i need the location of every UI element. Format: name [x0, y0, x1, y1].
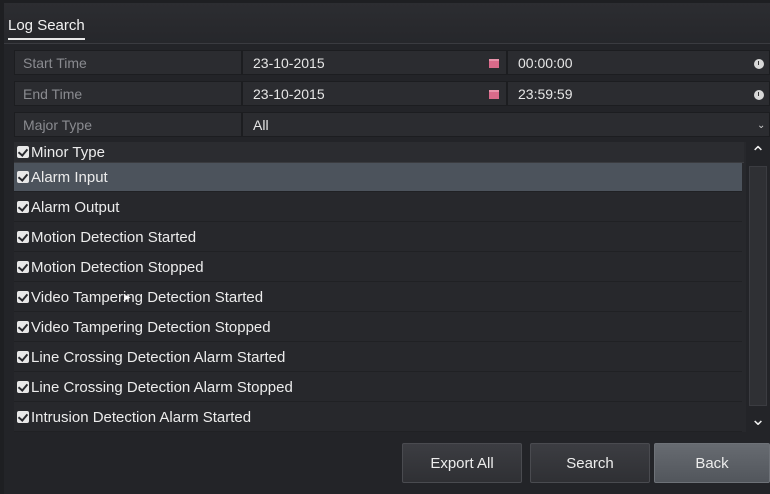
list-item[interactable]: Line Crossing Detection Alarm Started: [14, 343, 742, 372]
start-time-value: 00:00:00: [518, 55, 573, 71]
end-date-field[interactable]: 23-10-2015: [242, 81, 507, 106]
calendar-icon[interactable]: [489, 90, 499, 99]
start-date-value: 23-10-2015: [253, 55, 325, 71]
list-item[interactable]: Alarm Input: [14, 163, 742, 192]
export-all-button[interactable]: Export All: [402, 443, 522, 483]
back-button[interactable]: Back: [654, 443, 770, 483]
item-label: Video Tampering Detection Stopped: [31, 319, 271, 336]
minor-type-select-all-checkbox[interactable]: [17, 146, 29, 158]
major-type-row: Major Type All ⌄: [14, 112, 770, 137]
item-checkbox[interactable]: [17, 411, 29, 423]
end-time-label: End Time: [14, 81, 242, 106]
start-time-label: Start Time: [14, 50, 242, 75]
end-time-value: 23:59:59: [518, 86, 573, 102]
clock-icon[interactable]: [754, 90, 764, 100]
start-time-row: Start Time 23-10-2015 00:00:00: [14, 50, 770, 75]
list-item[interactable]: Line Crossing Detection Alarm Stopped: [14, 373, 742, 402]
scroll-thumb[interactable]: [749, 166, 767, 406]
list-item[interactable]: Motion Detection Started: [14, 223, 742, 252]
item-label: Alarm Input: [31, 169, 108, 186]
item-checkbox[interactable]: [17, 201, 29, 213]
item-label: Line Crossing Detection Alarm Stopped: [31, 379, 293, 396]
item-label: Video Tampering Detection Started: [31, 289, 264, 306]
minor-type-header[interactable]: Minor Type: [14, 142, 744, 163]
start-time-field[interactable]: 00:00:00: [507, 50, 770, 75]
chevron-up-icon[interactable]: ⌃: [746, 142, 770, 164]
item-checkbox[interactable]: [17, 291, 29, 303]
item-checkbox[interactable]: [17, 231, 29, 243]
end-time-field[interactable]: 23:59:59: [507, 81, 770, 106]
item-checkbox[interactable]: [17, 171, 29, 183]
chevron-down-icon[interactable]: ⌄: [746, 408, 770, 430]
end-time-row: End Time 23-10-2015 23:59:59: [14, 81, 770, 106]
end-date-value: 23-10-2015: [253, 86, 325, 102]
chevron-down-icon[interactable]: ⌄: [757, 121, 765, 131]
major-type-select[interactable]: All ⌄: [242, 112, 770, 137]
major-type-value: All: [253, 117, 269, 133]
item-label: Alarm Output: [31, 199, 120, 216]
minor-type-list: Minor Type Alarm Input Alarm Output Moti…: [14, 142, 770, 432]
item-label: Intrusion Detection Alarm Started: [31, 409, 252, 426]
item-label: Motion Detection Started: [31, 229, 197, 246]
major-type-label: Major Type: [14, 112, 242, 137]
mouse-cursor-icon: ➤: [122, 292, 132, 304]
list-scrollbar[interactable]: ⌃ ⌄: [746, 142, 770, 432]
clock-icon[interactable]: [754, 59, 764, 69]
calendar-icon[interactable]: [489, 59, 499, 68]
item-checkbox[interactable]: [17, 261, 29, 273]
title-bar: Log Search: [4, 3, 770, 44]
list-item[interactable]: Video Tampering Detection Stopped: [14, 313, 742, 342]
search-button[interactable]: Search: [530, 443, 650, 483]
start-date-field[interactable]: 23-10-2015: [242, 50, 507, 75]
item-checkbox[interactable]: [17, 321, 29, 333]
list-item[interactable]: Intrusion Detection Alarm Started: [14, 403, 742, 432]
item-label: Line Crossing Detection Alarm Started: [31, 349, 286, 366]
list-item[interactable]: Motion Detection Stopped: [14, 253, 742, 282]
list-item[interactable]: Alarm Output: [14, 193, 742, 222]
item-checkbox[interactable]: [17, 351, 29, 363]
tab-log-search[interactable]: Log Search: [8, 17, 85, 40]
item-label: Motion Detection Stopped: [31, 259, 204, 276]
log-search-window: Log Search Start Time 23-10-2015 00:00:0…: [4, 3, 770, 494]
minor-type-header-label: Minor Type: [31, 144, 105, 161]
item-checkbox[interactable]: [17, 381, 29, 393]
